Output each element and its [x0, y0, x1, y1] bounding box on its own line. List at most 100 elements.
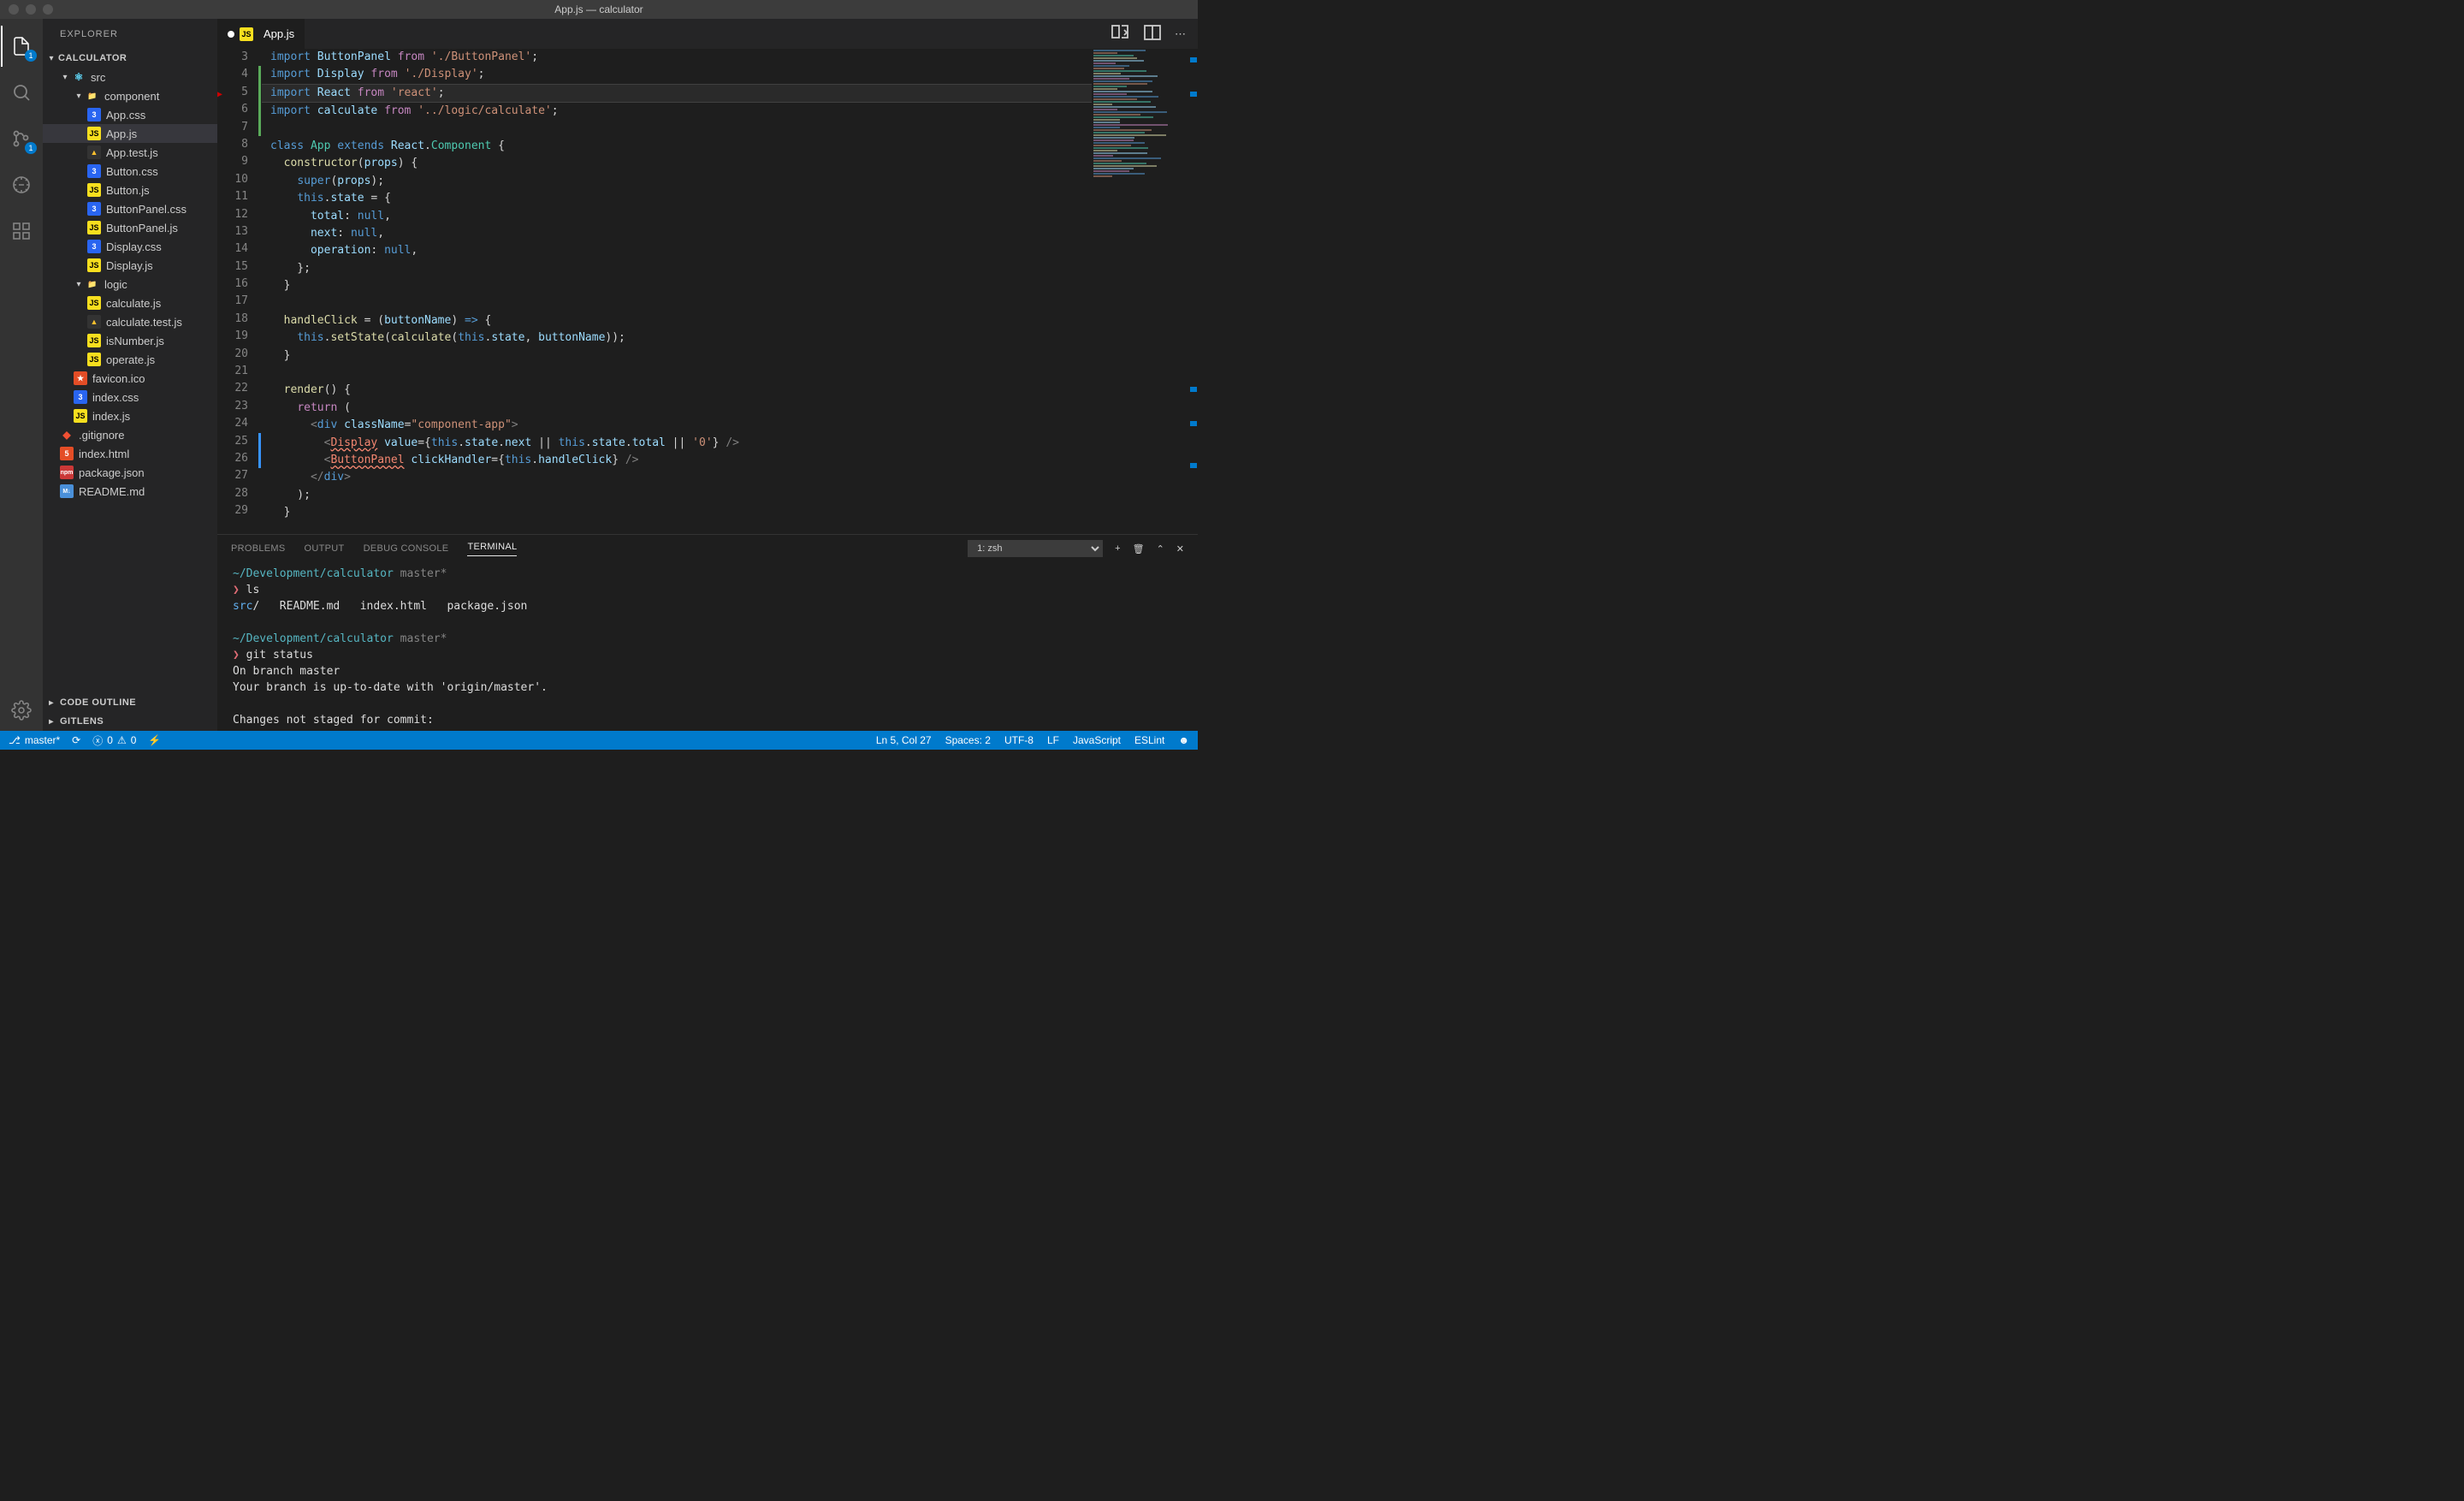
tab-output[interactable]: OUTPUT: [305, 543, 345, 554]
file-calculate-js[interactable]: JScalculate.js: [43, 294, 217, 312]
minimap[interactable]: [1092, 49, 1186, 534]
fav-icon: ★: [74, 371, 87, 385]
chevron-down-icon: ▾: [74, 280, 84, 289]
feedback-icon[interactable]: ☻: [1178, 734, 1189, 746]
js-file-icon: JS: [240, 27, 253, 41]
file-index-js[interactable]: JSindex.js: [43, 406, 217, 425]
code-content[interactable]: import ButtonPanel from './ButtonPanel';…: [262, 49, 1092, 534]
chevron-down-icon: ▾: [74, 92, 84, 101]
file-App-css[interactable]: 3App.css: [43, 105, 217, 124]
window-controls: [0, 4, 53, 15]
editor-actions: ⋯: [1110, 19, 1198, 49]
encoding[interactable]: UTF-8: [1004, 734, 1034, 746]
file-App-test-js[interactable]: ▲App.test.js: [43, 143, 217, 162]
file-favicon-ico[interactable]: ★favicon.ico: [43, 369, 217, 388]
file-App-js[interactable]: JSApp.js: [43, 124, 217, 143]
chevron-down-icon: ▾: [46, 54, 56, 63]
file-src[interactable]: ▾⚛src: [43, 68, 217, 86]
file-ButtonPanel-js[interactable]: JSButtonPanel.js: [43, 218, 217, 237]
kill-terminal-icon[interactable]: 🗑: [1133, 543, 1145, 555]
sidebar-header: EXPLORER: [43, 19, 217, 49]
panel-close-icon[interactable]: ✕: [1176, 543, 1184, 555]
file-isNumber-js[interactable]: JSisNumber.js: [43, 331, 217, 350]
tab-app-js[interactable]: JS App.js: [217, 19, 305, 49]
branch-indicator[interactable]: ⎇ master*: [9, 734, 60, 746]
problems-indicator[interactable]: ⓧ 0 ⚠ 0: [92, 733, 136, 748]
live-icon[interactable]: ⚡: [148, 734, 161, 746]
overview-ruler[interactable]: [1186, 49, 1198, 534]
project-root[interactable]: ▾ CALCULATOR: [43, 49, 217, 68]
section-gitlens[interactable]: ▸ GITLENS: [43, 712, 217, 731]
zoom-window-icon[interactable]: [43, 4, 53, 15]
chevron-right-icon: ▸: [46, 698, 56, 708]
file-operate-js[interactable]: JSoperate.js: [43, 350, 217, 369]
more-actions-icon[interactable]: ⋯: [1175, 27, 1186, 41]
sidebar: EXPLORER ▾ CALCULATOR ▾⚛src▾📁component3A…: [43, 19, 217, 731]
explorer-badge: 1: [25, 50, 37, 62]
file-Display-js[interactable]: JSDisplay.js: [43, 256, 217, 275]
sync-icon[interactable]: ⟳: [72, 734, 80, 746]
file-index-html[interactable]: 5index.html: [43, 444, 217, 463]
section-code-outline[interactable]: ▸ CODE OUTLINE: [43, 693, 217, 712]
bottom-panel: PROBLEMS OUTPUT DEBUG CONSOLE TERMINAL 1…: [217, 534, 1198, 731]
editor-group: JS App.js ⋯ ▶ 34567891011121314151617181…: [217, 19, 1198, 731]
js-icon: JS: [87, 296, 101, 310]
js-icon: JS: [87, 183, 101, 197]
debug-icon[interactable]: [1, 164, 42, 205]
terminal-selector[interactable]: 1: zsh: [968, 540, 1103, 557]
close-window-icon[interactable]: [9, 4, 19, 15]
file-README-md[interactable]: M↓README.md: [43, 482, 217, 501]
split-editor-icon[interactable]: [1142, 22, 1163, 45]
panel-tabs: PROBLEMS OUTPUT DEBUG CONSOLE TERMINAL 1…: [217, 535, 1198, 562]
js-icon: JS: [87, 353, 101, 366]
chevron-down-icon: ▾: [60, 73, 70, 82]
css-icon: 3: [74, 390, 87, 404]
scm-badge: 1: [25, 142, 37, 154]
minimize-window-icon[interactable]: [26, 4, 36, 15]
language-mode[interactable]: JavaScript: [1073, 734, 1121, 746]
line-numbers: ▶ 34567891011121314151617181920212223242…: [217, 49, 262, 534]
file-component[interactable]: ▾📁component: [43, 86, 217, 105]
explorer-icon[interactable]: 1: [1, 26, 42, 67]
search-icon[interactable]: [1, 72, 42, 113]
indentation[interactable]: Spaces: 2: [945, 734, 991, 746]
css-icon: 3: [87, 108, 101, 122]
test-icon: ▲: [87, 145, 101, 159]
js-icon: JS: [87, 334, 101, 347]
compare-changes-icon[interactable]: [1110, 22, 1130, 45]
status-bar: ⎇ master* ⟳ ⓧ 0 ⚠ 0 ⚡ Ln 5, Col 27 Space…: [0, 731, 1198, 750]
new-terminal-icon[interactable]: +: [1115, 543, 1120, 554]
file-Button-css[interactable]: 3Button.css: [43, 162, 217, 181]
extensions-icon[interactable]: [1, 211, 42, 252]
file-logic[interactable]: ▾📁logic: [43, 275, 217, 294]
file-Display-css[interactable]: 3Display.css: [43, 237, 217, 256]
css-icon: 3: [87, 164, 101, 178]
file-package-json[interactable]: npmpackage.json: [43, 463, 217, 482]
js-icon: JS: [87, 258, 101, 272]
window-title: App.js — calculator: [554, 3, 643, 15]
folder-icon: 📁: [86, 277, 99, 291]
eol[interactable]: LF: [1047, 734, 1059, 746]
tab-problems[interactable]: PROBLEMS: [231, 543, 286, 554]
file-ButtonPanel-css[interactable]: 3ButtonPanel.css: [43, 199, 217, 218]
tab-bar: JS App.js ⋯: [217, 19, 1198, 49]
terminal[interactable]: ~/Development/calculator master*❯ lssrc/…: [217, 562, 1198, 731]
file--gitignore[interactable]: ◆.gitignore: [43, 425, 217, 444]
panel-maximize-icon[interactable]: ⌃: [1157, 543, 1164, 555]
tab-terminal[interactable]: TERMINAL: [467, 542, 517, 556]
source-control-icon[interactable]: 1: [1, 118, 42, 159]
css-icon: 3: [87, 202, 101, 216]
css-icon: 3: [87, 240, 101, 253]
js-icon: JS: [74, 409, 87, 423]
eslint-status[interactable]: ESLint: [1134, 734, 1164, 746]
file-index-css[interactable]: 3index.css: [43, 388, 217, 406]
settings-gear-icon[interactable]: [1, 690, 42, 731]
file-tree: ▾ CALCULATOR ▾⚛src▾📁component3App.cssJSA…: [43, 49, 217, 693]
activity-bar: 1 1: [0, 19, 43, 731]
editor[interactable]: ▶ 34567891011121314151617181920212223242…: [217, 49, 1198, 534]
test-icon: ▲: [87, 315, 101, 329]
cursor-position[interactable]: Ln 5, Col 27: [876, 734, 932, 746]
file-Button-js[interactable]: JSButton.js: [43, 181, 217, 199]
tab-debug-console[interactable]: DEBUG CONSOLE: [364, 543, 449, 554]
file-calculate-test-js[interactable]: ▲calculate.test.js: [43, 312, 217, 331]
